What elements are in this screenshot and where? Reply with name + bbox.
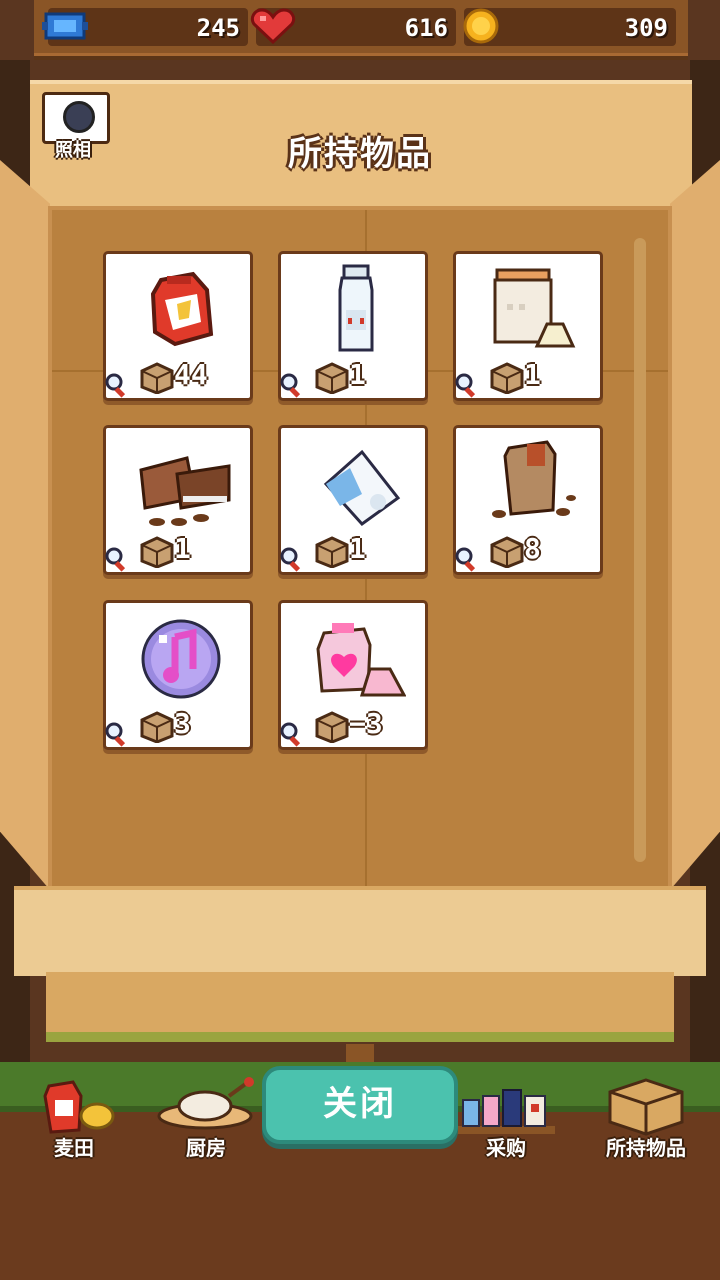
item-count: 1 (349, 358, 366, 391)
page-title: 所持物品 (288, 134, 432, 174)
crate-icon (315, 362, 349, 394)
magnifier-icon[interactable] (279, 721, 305, 747)
magnifier-icon[interactable] (104, 721, 130, 747)
crate-icon (315, 711, 349, 743)
crate-icon (490, 362, 524, 394)
item-card-chocolate[interactable]: 1 (103, 425, 253, 575)
kitchen-icon (157, 1077, 254, 1130)
chocolate-icon (139, 456, 231, 526)
box-flap-right (670, 160, 720, 890)
crate-icon (315, 536, 349, 568)
ticket-icon (42, 12, 88, 40)
scrollbar[interactable] (634, 238, 646, 862)
nav-item-inventory[interactable]: 所持物品 (586, 1076, 706, 1172)
close-button[interactable]: 关闭 (262, 1066, 458, 1144)
crate-icon (140, 711, 174, 743)
crate-icon (140, 362, 174, 394)
love-sack-icon (316, 623, 406, 697)
item-count: 1 (524, 358, 541, 391)
magnifier-icon[interactable] (104, 546, 130, 572)
box-icon (608, 1078, 684, 1136)
pull-tab (346, 1044, 374, 1062)
heart-icon (250, 8, 296, 44)
cocoa-sack-icon (492, 440, 576, 518)
magnifier-icon[interactable] (279, 372, 305, 398)
magnifier-icon[interactable] (454, 546, 480, 572)
item-count: 44 (174, 358, 208, 391)
coin-icon (463, 8, 499, 44)
box-flap-left (0, 160, 50, 890)
item-card-cocoa-sack[interactable]: 8 (453, 425, 603, 575)
item-card-milk-bottle[interactable]: 1 (278, 251, 428, 401)
magnifier-icon[interactable] (279, 546, 305, 572)
nav-label: 麦田 (54, 1136, 94, 1160)
crate-icon (490, 536, 524, 568)
magnifier-icon[interactable] (104, 372, 130, 398)
box-front (46, 972, 674, 1042)
ticket-count: 245 (196, 14, 240, 42)
ticket-counter: 245 (42, 8, 248, 46)
nav-item-wheat-field[interactable]: 麦田 (14, 1076, 134, 1172)
nav-label: 采购 (486, 1136, 526, 1160)
shop-icon (455, 1089, 555, 1134)
item-count: 3 (174, 707, 191, 740)
nav-label: 厨房 (186, 1136, 226, 1160)
coin-count: 309 (624, 14, 668, 42)
milk-carton-icon (323, 449, 401, 527)
nav-item-shop[interactable]: 采购 (446, 1076, 566, 1172)
item-card-love-sack[interactable]: −3 (278, 600, 428, 750)
crate-icon (140, 536, 174, 568)
item-count: 8 (524, 532, 541, 565)
item-count: 1 (174, 532, 191, 565)
magnifier-icon[interactable] (454, 372, 480, 398)
heart-count: 616 (404, 14, 448, 42)
flour-bag-icon (150, 271, 214, 347)
item-count: 1 (349, 532, 366, 565)
item-count: −3 (349, 707, 383, 740)
nav-label: 所持物品 (606, 1136, 686, 1160)
milk-bottle-icon (338, 264, 374, 352)
resource-bar: 245 616 309 (34, 0, 688, 60)
wheat-field-icon (43, 1080, 115, 1134)
music-bubble-icon (141, 619, 221, 699)
nav-item-kitchen[interactable]: 厨房 (146, 1076, 266, 1172)
item-card-wheat-flour[interactable]: 44 (103, 251, 253, 401)
item-card-sugar-jar[interactable]: 1 (453, 251, 603, 401)
heart-counter: 616 (250, 8, 456, 46)
item-card-milk-carton[interactable]: 1 (278, 425, 428, 575)
item-card-music-bubble[interactable]: 3 (103, 600, 253, 750)
box-flap-bottom (14, 886, 706, 976)
coin-counter: 309 (463, 8, 676, 46)
sugar-jar-icon (493, 268, 576, 348)
